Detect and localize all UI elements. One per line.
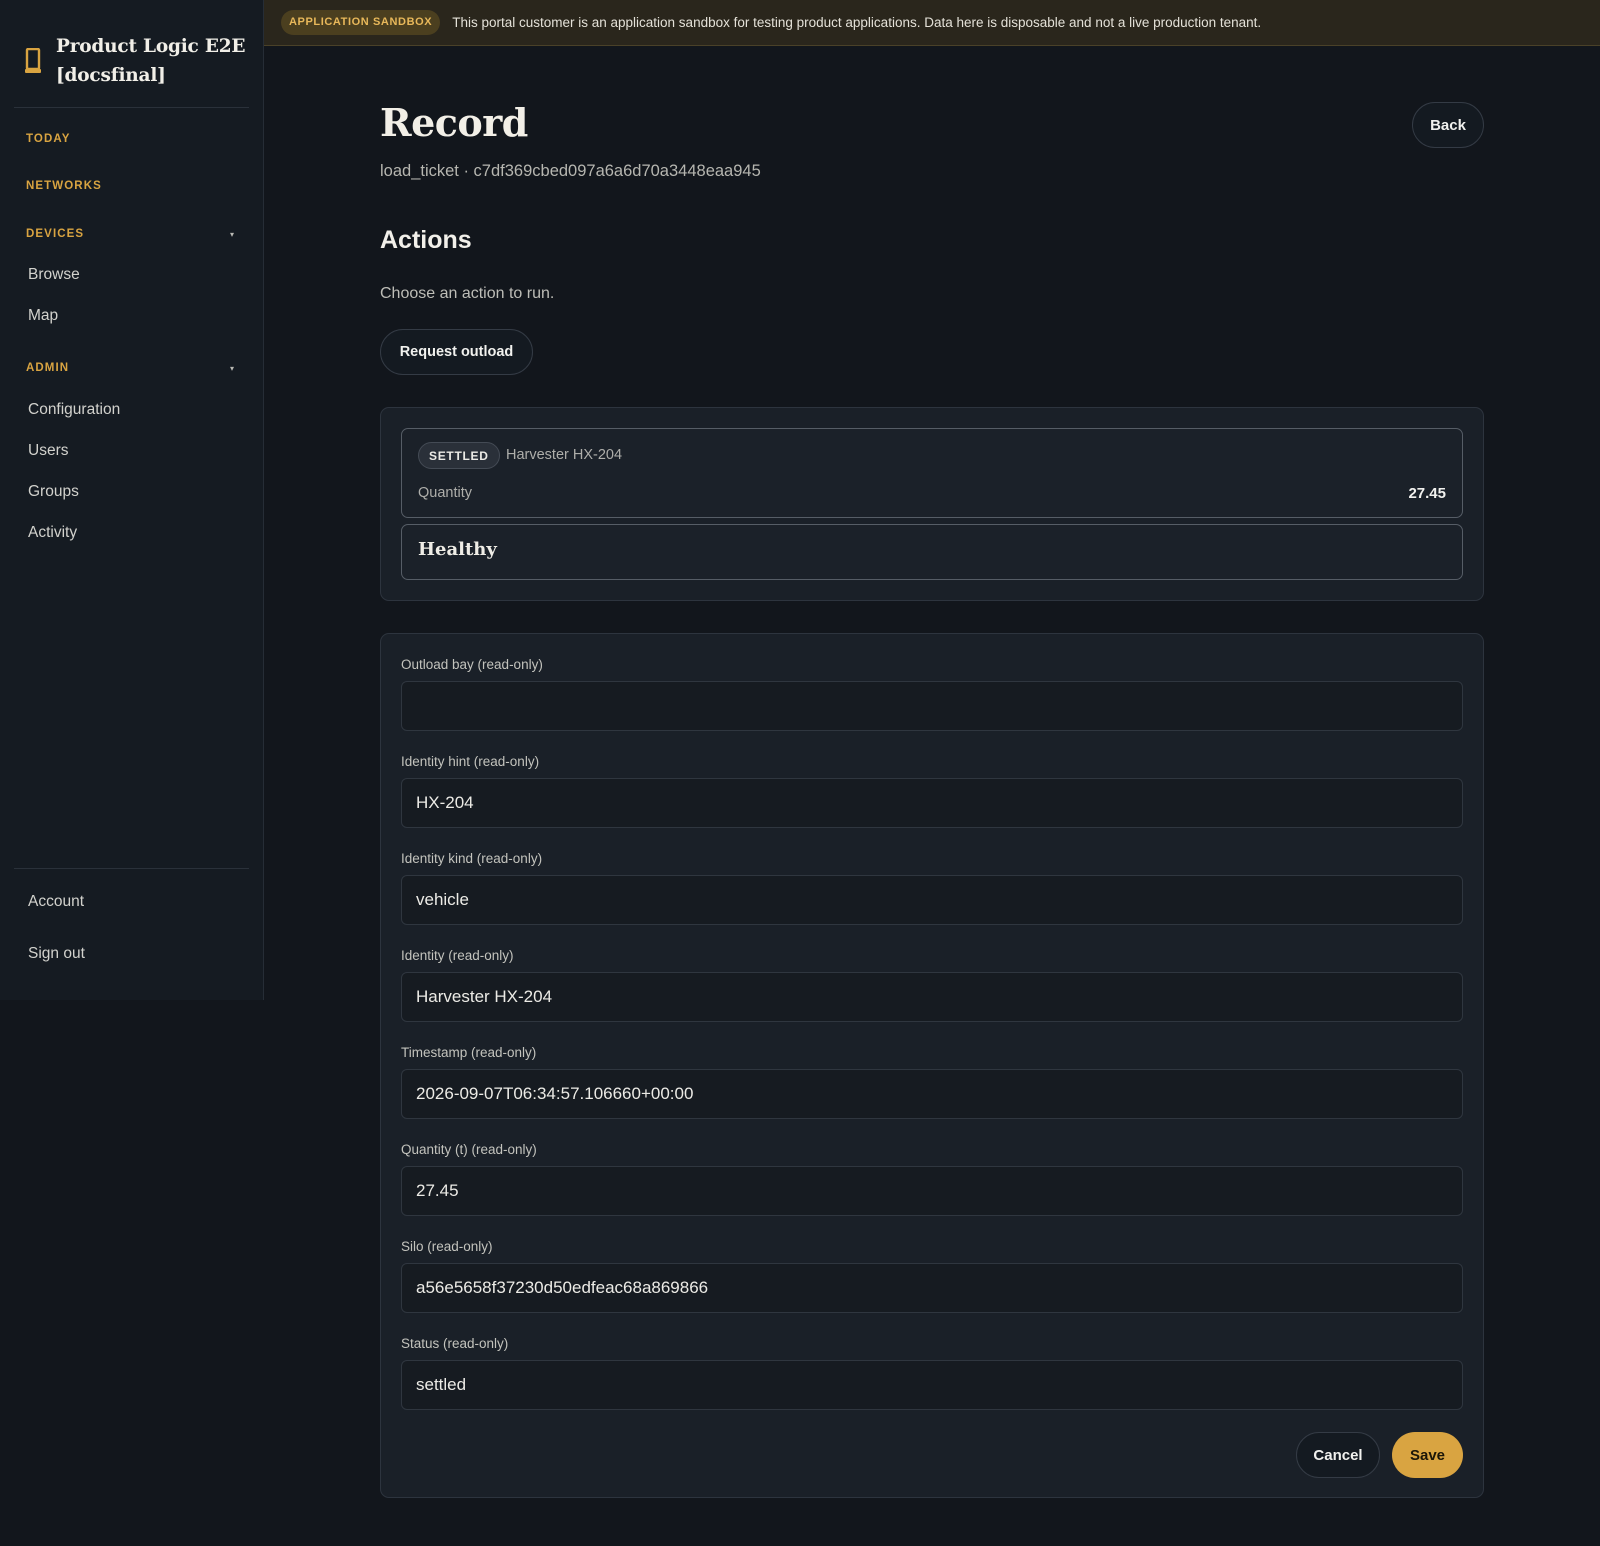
actions-title: Actions: [380, 226, 472, 254]
sandbox-banner-text: This portal customer is an application s…: [452, 15, 1262, 30]
identity-kind-label: Identity kind (read-only): [401, 851, 543, 866]
identity-field[interactable]: [401, 972, 1463, 1022]
brand-title-line2: [docsfinal]: [56, 64, 166, 86]
chevron-down-icon[interactable]: ▾: [230, 364, 234, 373]
sandbox-banner: APPLICATION SANDBOX This portal customer…: [264, 0, 1600, 46]
quantity-field-label: Quantity (t) (read-only): [401, 1142, 537, 1157]
outload-bay-field[interactable]: [401, 681, 1463, 731]
timestamp-label: Timestamp (read-only): [401, 1045, 537, 1060]
nav-networks[interactable]: NETWORKS: [26, 180, 102, 192]
quantity-field[interactable]: [401, 1166, 1463, 1216]
quantity-value: 27.45: [1408, 485, 1446, 502]
sidebar-item-sign-out[interactable]: Sign out: [28, 945, 85, 963]
brand-title-line1: Product Logic E2E: [56, 35, 246, 57]
sidebar-item-users[interactable]: Users: [28, 442, 68, 460]
sidebar-item-activity[interactable]: Activity: [28, 524, 77, 542]
nav-admin[interactable]: ADMIN: [26, 362, 69, 374]
identity-hint-field[interactable]: [401, 778, 1463, 828]
sandbox-badge: APPLICATION SANDBOX: [281, 10, 441, 35]
summary-name: Harvester HX-204: [506, 447, 623, 463]
summary-panel: SETTLED Harvester HX-204 Quantity 27.45 …: [380, 407, 1484, 601]
nav-devices[interactable]: DEVICES: [26, 228, 84, 240]
health-status: Healthy: [418, 539, 497, 560]
sidebar-divider: [14, 868, 249, 869]
nav-today[interactable]: TODAY: [26, 133, 71, 145]
sidebar-item-configuration[interactable]: Configuration: [28, 401, 120, 419]
status-field[interactable]: [401, 1360, 1463, 1410]
silo-field[interactable]: [401, 1263, 1463, 1313]
sidebar: Product Logic E2E [docsfinal] TODAY NETW…: [0, 0, 264, 1000]
identity-hint-label: Identity hint (read-only): [401, 754, 540, 769]
silo-label: Silo (read-only): [401, 1239, 493, 1254]
save-button[interactable]: Save: [1392, 1432, 1463, 1478]
record-form: Outload bay (read-only) Identity hint (r…: [380, 633, 1484, 1498]
request-outload-button[interactable]: Request outload: [380, 329, 533, 375]
cancel-button[interactable]: Cancel: [1296, 1432, 1380, 1478]
quantity-label: Quantity: [418, 485, 472, 501]
back-button[interactable]: Back: [1412, 102, 1484, 148]
chevron-down-icon[interactable]: ▾: [230, 230, 234, 239]
sidebar-item-groups[interactable]: Groups: [28, 483, 79, 501]
status-label: Status (read-only): [401, 1336, 509, 1351]
health-card: Healthy: [401, 524, 1463, 580]
status-badge: SETTLED: [418, 442, 500, 469]
brand-title: Product Logic E2E [docsfinal]: [56, 32, 246, 90]
identity-label: Identity (read-only): [401, 948, 514, 963]
outload-bay-label: Outload bay (read-only): [401, 657, 543, 672]
timestamp-field[interactable]: [401, 1069, 1463, 1119]
sidebar-item-map[interactable]: Map: [28, 307, 58, 325]
identity-kind-field[interactable]: [401, 875, 1463, 925]
summary-card: SETTLED Harvester HX-204 Quantity 27.45: [401, 428, 1463, 518]
page-title: Record: [380, 100, 528, 145]
record-subtitle: load_ticket · c7df369cbed097a6a6d70a3448…: [380, 162, 761, 180]
sidebar-item-browse[interactable]: Browse: [28, 266, 80, 284]
sidebar-item-account[interactable]: Account: [28, 893, 84, 911]
actions-description: Choose an action to run.: [380, 285, 555, 302]
tablet-icon: [18, 46, 48, 76]
brand: Product Logic E2E [docsfinal]: [14, 14, 249, 108]
